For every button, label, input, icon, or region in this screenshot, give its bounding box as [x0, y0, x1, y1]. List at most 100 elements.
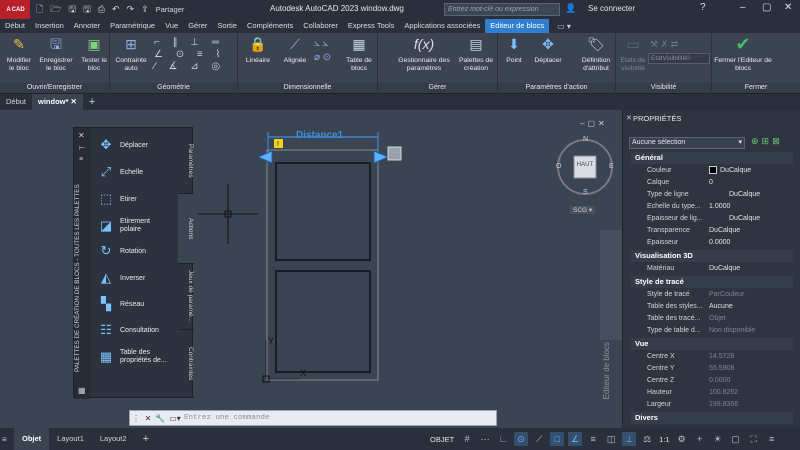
tab-complements[interactable]: Compléments: [242, 19, 298, 33]
tab-debut[interactable]: Début: [0, 19, 30, 33]
alignee-button[interactable]: ⟋ Alignée: [278, 35, 312, 65]
search-input[interactable]: Entrez mot-clé ou expression: [444, 3, 560, 16]
command-input[interactable]: Entrez une commande: [184, 414, 496, 422]
palette-tab-actions[interactable]: Actions: [178, 194, 194, 264]
prop-row[interactable]: Centre Y 55.5908: [631, 363, 793, 375]
clean-screen-icon[interactable]: ⛶: [747, 432, 761, 446]
prop-row[interactable]: Transparence DuCalque: [631, 225, 793, 237]
command-settings-icon[interactable]: 🔧: [154, 414, 166, 423]
prop-row[interactable]: Calque 0: [631, 177, 793, 189]
workspace-gear-icon[interactable]: ⚙: [675, 432, 689, 446]
dynamic-ucs-icon[interactable]: ⊥: [622, 432, 637, 446]
properties-toolbar-icons[interactable]: ⊕⊞⊠: [751, 136, 783, 147]
file-tab-debut[interactable]: Début: [0, 94, 32, 110]
prop-row[interactable]: Centre X 14.5728: [631, 351, 793, 363]
lineaire-button[interactable]: 🔒 Linéaire: [240, 35, 276, 65]
lineweight-icon[interactable]: ≡: [586, 432, 600, 446]
table-blocs-button[interactable]: ▦ Table de blocs: [342, 35, 376, 72]
undo-icon[interactable]: ↶: [112, 4, 120, 15]
prop-row[interactable]: Hauteur 100.8252: [631, 387, 793, 399]
snap-tracking-icon[interactable]: ∠: [568, 432, 583, 446]
compass-north[interactable]: N: [583, 136, 588, 143]
enregistrer-bloc-button[interactable]: 🖫 Enregistrer le bloc: [38, 35, 74, 72]
prop-row[interactable]: Table des styles... Aucune: [631, 301, 793, 313]
visibility-state-dropdown[interactable]: EtatVisibilité0: [648, 53, 710, 64]
section-general[interactable]: Général: [631, 152, 793, 164]
prop-row[interactable]: Type de table d... Non disponible: [631, 325, 793, 337]
palette-item-inverser[interactable]: ◭ Inverser: [96, 266, 145, 290]
object-snap-icon[interactable]: □: [550, 432, 565, 446]
share-icon[interactable]: ⇪: [141, 4, 149, 15]
prop-row[interactable]: Centre Z 0.0000: [631, 375, 793, 387]
palette-grid-icon[interactable]: ▦: [78, 386, 86, 395]
compass-south[interactable]: S: [583, 189, 588, 196]
ribbon-options-icon[interactable]: ▭ ▾: [557, 22, 571, 31]
contrainte-auto-button[interactable]: ⊞ Contrainte auto: [112, 35, 150, 72]
viewcube-face-label[interactable]: HAUT: [576, 162, 594, 168]
hardware-acceleration-icon[interactable]: ▢: [729, 432, 743, 446]
prop-row[interactable]: Type de ligne DuCalque: [631, 189, 793, 201]
palette-properties-icon[interactable]: ≡: [79, 156, 83, 163]
geometric-constraints-icons[interactable]: ⌐ ∥ ⊥ ═ ∠ ⊙ ≡ ⌇ ∕ ∡ ⊿ ◎: [154, 37, 234, 73]
tab-annoter[interactable]: Annoter: [69, 19, 105, 33]
prop-row[interactable]: Style de tracé ParCouleur: [631, 289, 793, 301]
file-tab-window[interactable]: window* ✕: [32, 94, 83, 110]
section-vue[interactable]: Vue: [631, 338, 793, 350]
palette-tab-jeux-parametres[interactable]: Jeux de paramè...: [178, 264, 194, 330]
section-style-trace[interactable]: Style de tracé: [631, 276, 793, 288]
minimize-icon[interactable]: –: [740, 2, 746, 13]
annotation-scale[interactable]: 1:1: [659, 435, 669, 444]
section-divers[interactable]: Divers: [631, 412, 793, 424]
ucs-dropdown[interactable]: SCG ▾: [570, 206, 596, 214]
snap-icon[interactable]: ⋯: [478, 432, 492, 446]
compass-east[interactable]: E: [609, 163, 614, 170]
open-file-icon[interactable]: 🗁: [50, 2, 61, 18]
palette-item-consultation[interactable]: ☷ Consultation: [96, 318, 159, 342]
palette-item-reseau[interactable]: ▚ Réseau: [96, 292, 144, 316]
properties-close-icon[interactable]: ✕: [626, 114, 632, 122]
layout-tab-layout1[interactable]: Layout1: [49, 428, 92, 450]
command-prompt-icon[interactable]: ▭▾: [166, 414, 184, 423]
sign-in-button[interactable]: Se connecter: [588, 4, 635, 13]
maximize-icon[interactable]: ▢: [762, 2, 771, 13]
palette-item-etirer[interactable]: ⬚ Etirer: [96, 187, 137, 211]
tab-applications-associees[interactable]: Applications associées: [399, 19, 485, 33]
definition-attribut-button[interactable]: 🏷 Définition d'attribut: [576, 35, 616, 72]
palette-tab-contraintes[interactable]: Contraintes: [178, 330, 194, 398]
application-menu-button[interactable]: A CAD: [0, 0, 30, 19]
layout-list-icon[interactable]: ≡: [2, 435, 14, 444]
command-close-icon[interactable]: ✕: [142, 414, 154, 423]
tab-collaborer[interactable]: Collaborer: [298, 19, 343, 33]
isodraft-icon[interactable]: ⟋: [532, 432, 546, 446]
customization-menu-icon[interactable]: ≡: [765, 432, 779, 446]
prop-row[interactable]: Table des tracé... Objet: [631, 313, 793, 325]
angular-dimension-icons[interactable]: ⦣ ⦣ ⌀ ⊙: [314, 37, 331, 65]
close-icon[interactable]: ✕: [784, 2, 792, 13]
isolate-objects-icon[interactable]: ☀: [711, 432, 725, 446]
layout-tab-objet[interactable]: Objet: [14, 428, 50, 450]
section-visualisation-3d[interactable]: Visualisation 3D: [631, 250, 793, 262]
new-file-icon[interactable]: 🗋: [36, 2, 43, 18]
prop-row[interactable]: Couleur DuCalque: [631, 165, 793, 177]
palette-close-icon[interactable]: ✕: [78, 131, 85, 140]
palette-item-deplacer[interactable]: ✥ Déplacer: [96, 133, 148, 157]
dimension-label[interactable]: Distance1: [296, 130, 343, 141]
palette-pin-icon[interactable]: ⊢: [79, 144, 85, 152]
layout-tab-layout2[interactable]: Layout2: [92, 428, 135, 450]
ortho-icon[interactable]: ∟: [496, 432, 510, 446]
print-icon[interactable]: ⎙: [98, 4, 105, 15]
help-icon[interactable]: ?: [700, 2, 706, 13]
polar-tracking-icon[interactable]: ⊙: [514, 432, 529, 446]
save-as-icon[interactable]: 🖫: [83, 2, 91, 18]
etats-visibilite-button[interactable]: ▭ Etats de visibilité: [618, 35, 648, 72]
tab-sortie[interactable]: Sortie: [212, 19, 242, 33]
tester-bloc-button[interactable]: ▣ Tester le bloc: [80, 35, 108, 72]
fermer-editeur-button[interactable]: ✔ Fermer l'Editeur de blocs: [714, 35, 772, 72]
palette-item-etirement-polaire[interactable]: ◪ Etirement polaire: [96, 214, 156, 238]
share-button[interactable]: Partager: [156, 5, 185, 14]
prop-row[interactable]: Epaisseur de lig... DuCalque: [631, 213, 793, 225]
close-tab-icon[interactable]: ✕: [71, 97, 77, 106]
new-tab-plus-icon[interactable]: +: [83, 94, 101, 110]
gestionnaire-parametres-button[interactable]: f(x) Gestionnaire des paramètres: [396, 35, 452, 72]
add-icon[interactable]: +: [693, 432, 707, 446]
